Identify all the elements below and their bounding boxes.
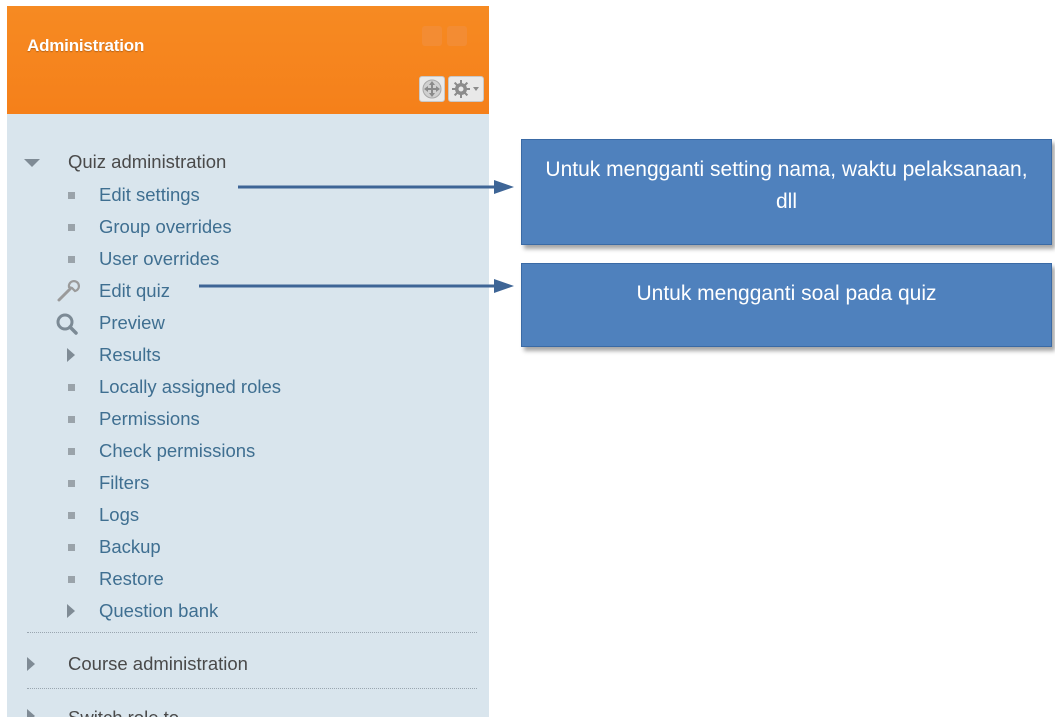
nav-item-logs[interactable]: Logs bbox=[7, 503, 489, 527]
bullet-icon bbox=[68, 384, 75, 391]
expand-arrow-icon[interactable] bbox=[67, 348, 75, 362]
callout-edit-settings: Untuk mengganti setting nama, waktu pela… bbox=[521, 139, 1052, 245]
nav-item-label[interactable]: Results bbox=[99, 343, 161, 367]
nav-item-results[interactable]: Results bbox=[7, 343, 489, 367]
nav-item-label[interactable]: Question bank bbox=[99, 599, 218, 623]
nav-item-locally-assigned-roles[interactable]: Locally assigned roles bbox=[7, 375, 489, 399]
quiz-administration-label: Quiz administration bbox=[68, 151, 227, 172]
nav-item-label[interactable]: Locally assigned roles bbox=[99, 375, 281, 399]
nav-item-label[interactable]: Edit settings bbox=[99, 183, 200, 207]
bullet-icon bbox=[68, 480, 75, 487]
block-content: Quiz administration Edit settings Group … bbox=[7, 114, 489, 717]
nav-item-label[interactable]: Restore bbox=[99, 567, 164, 591]
nav-item-label[interactable]: User overrides bbox=[99, 247, 219, 271]
switch-role-node[interactable]: Switch role to... bbox=[7, 704, 489, 717]
course-administration-label[interactable]: Course administration bbox=[68, 652, 248, 676]
course-administration-node[interactable]: Course administration bbox=[7, 652, 489, 676]
nav-item-label[interactable]: Filters bbox=[99, 471, 149, 495]
nav-item-label[interactable]: Group overrides bbox=[99, 215, 232, 239]
bullet-icon bbox=[68, 544, 75, 551]
magnifier-icon bbox=[56, 313, 78, 335]
hide-block-icon[interactable] bbox=[422, 26, 442, 46]
nav-item-label[interactable]: Check permissions bbox=[99, 439, 255, 463]
nav-item-edit-quiz[interactable]: Edit quiz bbox=[7, 279, 489, 303]
administration-block: Administration Quiz administration Edit … bbox=[7, 6, 489, 717]
nav-item-label[interactable]: Preview bbox=[99, 311, 165, 335]
nav-item-preview[interactable]: Preview bbox=[7, 311, 489, 335]
nav-item-label[interactable]: Permissions bbox=[99, 407, 200, 431]
expand-arrow-icon[interactable] bbox=[67, 604, 75, 618]
wrench-icon bbox=[57, 280, 80, 302]
nav-item-label[interactable]: Backup bbox=[99, 535, 161, 559]
bullet-icon bbox=[68, 192, 75, 199]
nav-item-label[interactable]: Edit quiz bbox=[99, 279, 170, 303]
nav-item-label[interactable]: Logs bbox=[99, 503, 139, 527]
callout-edit-quiz: Untuk mengganti soal pada quiz bbox=[521, 263, 1052, 347]
nav-item-question-bank[interactable]: Question bank bbox=[7, 599, 489, 623]
move-icon[interactable] bbox=[419, 76, 445, 102]
expand-arrow-icon[interactable] bbox=[27, 709, 35, 717]
nav-item-check-permissions[interactable]: Check permissions bbox=[7, 439, 489, 463]
nav-item-user-overrides[interactable]: User overrides bbox=[7, 247, 489, 271]
block-header: Administration bbox=[7, 6, 489, 114]
bullet-icon bbox=[68, 256, 75, 263]
nav-item-permissions[interactable]: Permissions bbox=[7, 407, 489, 431]
nav-item-restore[interactable]: Restore bbox=[7, 567, 489, 591]
bullet-icon bbox=[68, 416, 75, 423]
bullet-icon bbox=[68, 448, 75, 455]
dock-block-icon[interactable] bbox=[447, 26, 467, 46]
block-title: Administration bbox=[27, 36, 145, 55]
switch-role-label[interactable]: Switch role to... bbox=[68, 706, 194, 717]
nav-item-edit-settings[interactable]: Edit settings bbox=[7, 183, 489, 207]
quiz-administration-node[interactable]: Quiz administration bbox=[7, 150, 489, 174]
expand-arrow-icon[interactable] bbox=[27, 657, 35, 671]
divider bbox=[27, 632, 477, 633]
bullet-icon bbox=[68, 512, 75, 519]
gear-dropdown-icon[interactable] bbox=[448, 76, 484, 102]
nav-item-group-overrides[interactable]: Group overrides bbox=[7, 215, 489, 239]
nav-item-backup[interactable]: Backup bbox=[7, 535, 489, 559]
divider bbox=[27, 688, 477, 689]
collapse-arrow-icon[interactable] bbox=[24, 159, 40, 167]
bullet-icon bbox=[68, 224, 75, 231]
bullet-icon bbox=[68, 576, 75, 583]
nav-item-filters[interactable]: Filters bbox=[7, 471, 489, 495]
